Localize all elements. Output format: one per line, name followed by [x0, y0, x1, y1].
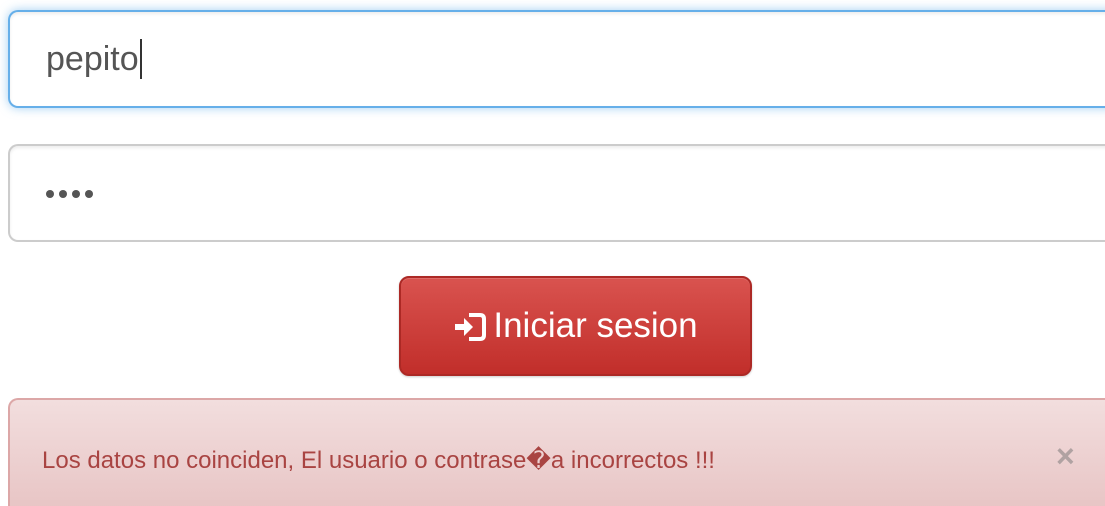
username-input[interactable]: pepito	[8, 10, 1105, 108]
username-value: pepito	[46, 39, 139, 78]
error-alert: Los datos no coinciden, El usuario o con…	[8, 398, 1105, 506]
password-dot	[72, 190, 80, 198]
error-message: Los datos no coinciden, El usuario o con…	[42, 447, 715, 474]
password-dot	[59, 190, 67, 198]
text-cursor	[139, 39, 142, 79]
log-in-icon	[453, 312, 487, 342]
close-icon[interactable]: ×	[1056, 440, 1075, 472]
password-dot	[85, 190, 93, 198]
login-button-label: Iniciar sesion	[493, 306, 698, 345]
password-dot	[46, 190, 54, 198]
login-form: pepito Iniciar sesion Los datos no coinc…	[0, 0, 1105, 506]
password-masked-value	[46, 190, 93, 198]
login-button[interactable]: Iniciar sesion	[399, 276, 752, 376]
password-input[interactable]	[8, 144, 1105, 242]
